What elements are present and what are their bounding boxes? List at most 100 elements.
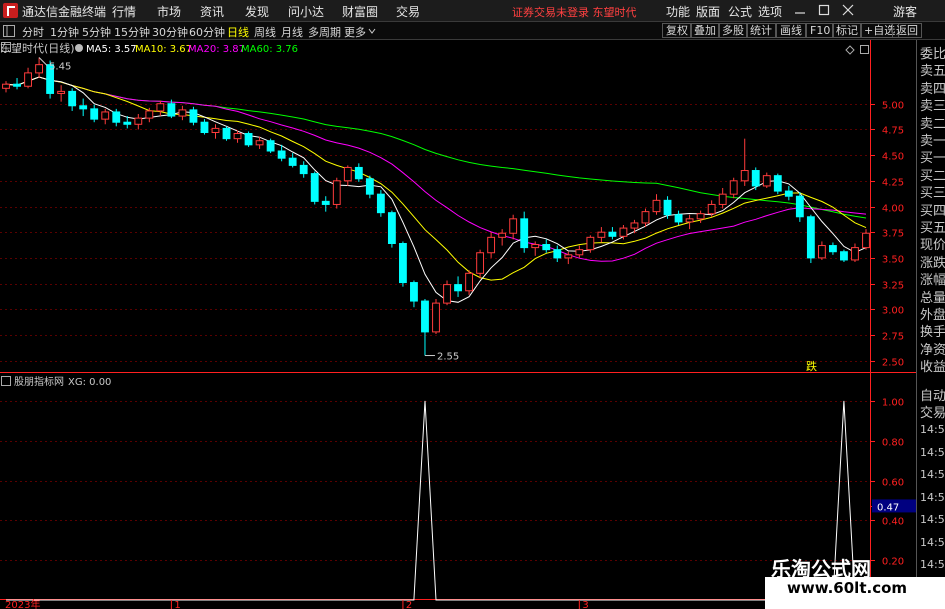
indicator-name[interactable]: 股朋指标网 xyxy=(14,375,64,388)
candle xyxy=(630,219,639,234)
price-tick-label: 5.00 xyxy=(882,101,904,112)
candle-body xyxy=(652,199,661,213)
candle xyxy=(2,81,10,93)
candle xyxy=(740,138,749,186)
maximize-icon[interactable] xyxy=(816,2,832,18)
candle-body xyxy=(178,109,187,117)
candle-body xyxy=(90,108,99,120)
quote-field-label: 卖五 xyxy=(920,64,945,80)
menu-item-function[interactable]: 功能 xyxy=(666,3,690,20)
stock-name[interactable]: 东望时代(日线) xyxy=(0,41,75,55)
candle-body xyxy=(795,195,804,218)
period-monthly[interactable]: 月线 xyxy=(281,24,303,40)
candle xyxy=(685,214,694,230)
menu-item-market[interactable]: 行情 xyxy=(112,3,136,20)
xg-path xyxy=(6,400,866,601)
period-5min[interactable]: 5分钟 xyxy=(82,24,111,40)
candle-body xyxy=(399,243,407,284)
candle xyxy=(387,210,396,248)
candle-body xyxy=(531,244,540,249)
sidebar-toggle-icon[interactable] xyxy=(3,25,15,37)
period-15min[interactable]: 15分钟 xyxy=(114,24,150,40)
close-icon[interactable] xyxy=(840,2,856,18)
menu-item-options[interactable]: 选项 xyxy=(758,3,782,20)
candle xyxy=(101,108,110,125)
candle-body xyxy=(299,164,308,175)
menu-item-formula[interactable]: 公式 xyxy=(728,3,752,20)
period-daily[interactable]: 日线 xyxy=(227,24,249,40)
candle-body xyxy=(24,72,32,87)
statistics-button[interactable]: 统计 xyxy=(746,23,776,38)
candle-body xyxy=(729,180,738,195)
expand-icon[interactable] xyxy=(860,45,869,54)
candle xyxy=(432,299,440,334)
candlestick-chart[interactable]: 5.00 4.75 4.50 4.25 4.00 3.75 3.50 3.25 3.00 2.75… xyxy=(0,40,916,373)
multi-stock-button[interactable]: 多股 xyxy=(718,23,748,38)
period-1min[interactable]: 1分钟 xyxy=(50,24,79,40)
xg-signal-line xyxy=(6,400,866,601)
minimize-icon[interactable] xyxy=(792,2,808,18)
time-axis-label: 3 xyxy=(582,600,588,609)
menu-item-layout[interactable]: 版面 xyxy=(696,3,720,20)
candle-body xyxy=(674,214,683,223)
quote-field-label: 外盘 xyxy=(920,308,945,323)
menu-item-markets[interactable]: 市场 xyxy=(157,3,181,20)
period-30min[interactable]: 30分钟 xyxy=(152,24,188,40)
adjust-button[interactable]: 复权 xyxy=(662,23,692,38)
candle-body xyxy=(564,254,573,259)
candle xyxy=(112,108,121,127)
candle xyxy=(652,194,661,215)
diamond-icon[interactable] xyxy=(845,45,855,55)
chevron-down-icon[interactable] xyxy=(368,27,376,35)
quote-field-label: 卖二 xyxy=(920,116,945,132)
period-60min[interactable]: 60分钟 xyxy=(189,24,225,40)
candle xyxy=(244,131,253,147)
mark-button[interactable]: 标记 xyxy=(832,23,862,38)
candle-body xyxy=(829,245,837,253)
candle xyxy=(399,241,407,287)
candles xyxy=(2,57,870,356)
ma10-line xyxy=(5,76,867,281)
quote-field-label: 总量 xyxy=(920,290,945,306)
quote-field-label: 委比 xyxy=(920,47,945,62)
candle-body xyxy=(354,166,363,180)
candle-body xyxy=(255,140,264,146)
xg-value-label: XG: 0.00 xyxy=(68,377,111,388)
candle-body xyxy=(266,140,275,152)
settings-dot-icon[interactable] xyxy=(75,44,83,52)
f10-button[interactable]: F10 xyxy=(806,23,835,38)
candle xyxy=(608,227,617,240)
menu-item-wealth[interactable]: 财富圈 xyxy=(342,3,378,20)
candle-body xyxy=(476,252,485,274)
period-intraday[interactable]: 分时 xyxy=(22,24,44,40)
period-more[interactable]: 更多 xyxy=(344,24,366,40)
candle-body xyxy=(817,245,826,259)
price-tick-label: 4.50 xyxy=(882,152,904,163)
draw-line-button[interactable]: 画线 xyxy=(776,23,806,38)
tick-time: 14:56 xyxy=(920,535,945,549)
trade-label[interactable]: 交易 xyxy=(920,402,945,421)
menu-item-ask[interactable]: 问小达 xyxy=(288,3,324,20)
candle-body xyxy=(707,203,716,215)
menu-item-news[interactable]: 资讯 xyxy=(200,3,224,20)
high-label: 5.45 xyxy=(49,61,71,72)
period-multi[interactable]: 多周期 xyxy=(308,24,341,40)
login-notice[interactable]: 证券交易未登录 东望时代 xyxy=(512,4,637,20)
guest-label[interactable]: 游客 xyxy=(893,3,917,20)
quote-field-label: 涨幅 xyxy=(920,273,945,289)
ma20-label: MA20: 3.87 xyxy=(188,44,245,55)
candle-body xyxy=(862,232,870,249)
back-button[interactable]: 返回 xyxy=(892,23,922,38)
candle-body xyxy=(376,193,385,214)
indicator-toggle-icon[interactable] xyxy=(1,376,11,386)
quote-field-label: 收益 xyxy=(920,360,945,376)
menu-item-trade[interactable]: 交易 xyxy=(396,3,420,20)
menu-item-discover[interactable]: 发现 xyxy=(245,3,269,20)
candle-body xyxy=(586,236,595,251)
period-weekly[interactable]: 周线 xyxy=(254,24,276,40)
quote-field-label: 卖三 xyxy=(920,99,945,115)
candle-body xyxy=(641,211,650,224)
candle xyxy=(476,249,485,279)
period-toolbar: 分时 1分钟 5分钟 15分钟 30分钟 60分钟 日线 周线 月线 多周期 更… xyxy=(0,22,945,40)
overlay-button[interactable]: 叠加 xyxy=(690,23,720,38)
